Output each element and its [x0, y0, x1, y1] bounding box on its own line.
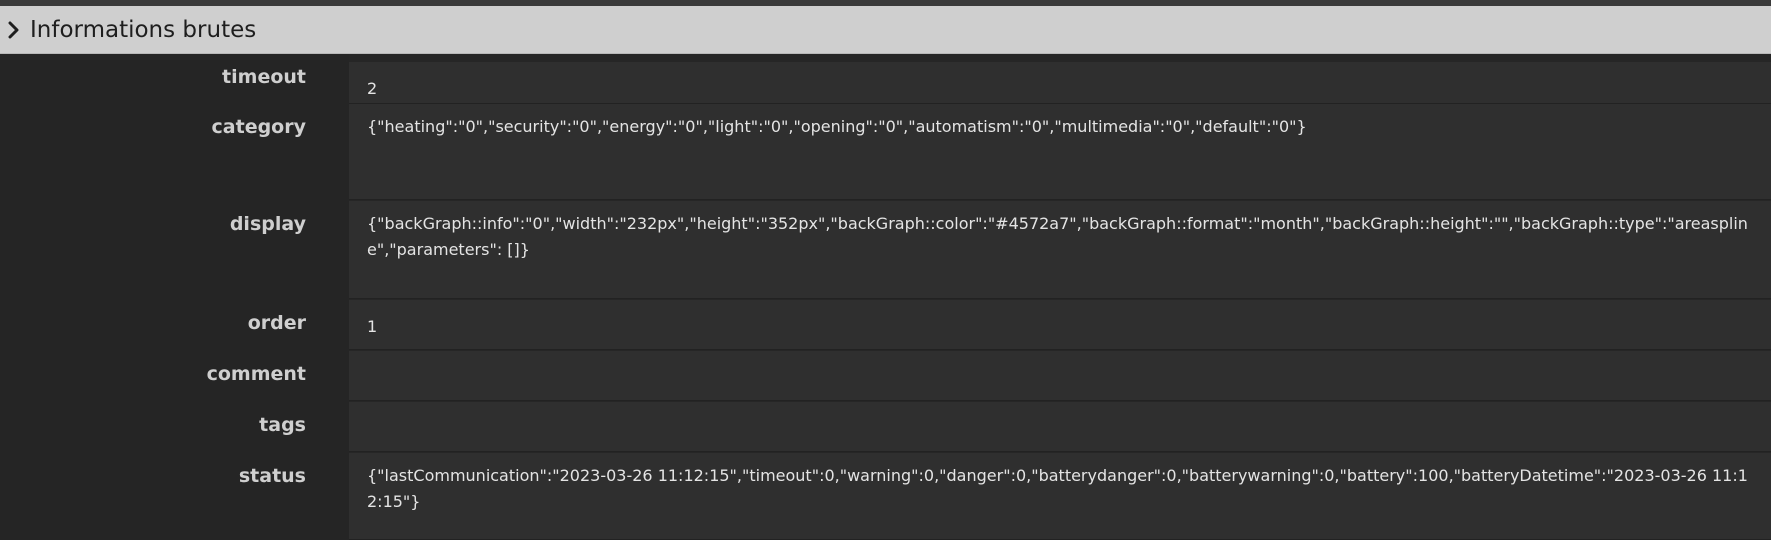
row-display: display {"backGraph::info":"0","width":"…: [0, 201, 1771, 299]
row-label-display: display: [229, 213, 306, 235]
chevron-right-icon[interactable]: [2, 6, 26, 54]
row-label-category: category: [211, 116, 306, 138]
row-label-status: status: [238, 465, 306, 487]
row-label-timeout: timeout: [222, 66, 306, 88]
row-label-order: order: [247, 312, 306, 334]
row-label-comment: comment: [206, 363, 306, 385]
panel-title: Informations brutes: [30, 16, 257, 43]
row-value-tags: [349, 402, 1771, 452]
row-status: status {"lastCommunication":"2023-03-26 …: [0, 453, 1771, 540]
row-timeout: timeout 2: [0, 54, 1771, 104]
row-label-tags: tags: [259, 414, 306, 436]
raw-info-table: timeout 2 category {"heating":"0","secur…: [0, 54, 1771, 540]
row-category: category {"heating":"0","security":"0","…: [0, 104, 1771, 200]
row-value-category: {"heating":"0","security":"0","energy":"…: [349, 104, 1771, 200]
row-value-comment: [349, 351, 1771, 401]
row-comment: comment: [0, 351, 1771, 401]
row-value-status: {"lastCommunication":"2023-03-26 11:12:1…: [349, 453, 1771, 540]
row-value-display: {"backGraph::info":"0","width":"232px","…: [349, 201, 1771, 299]
row-order: order 1: [0, 300, 1771, 350]
raw-info-panel-header[interactable]: Informations brutes: [0, 6, 1771, 54]
row-tags: tags: [0, 402, 1771, 452]
row-value-timeout: 2: [349, 62, 1771, 104]
row-value-order: 1: [349, 300, 1771, 350]
